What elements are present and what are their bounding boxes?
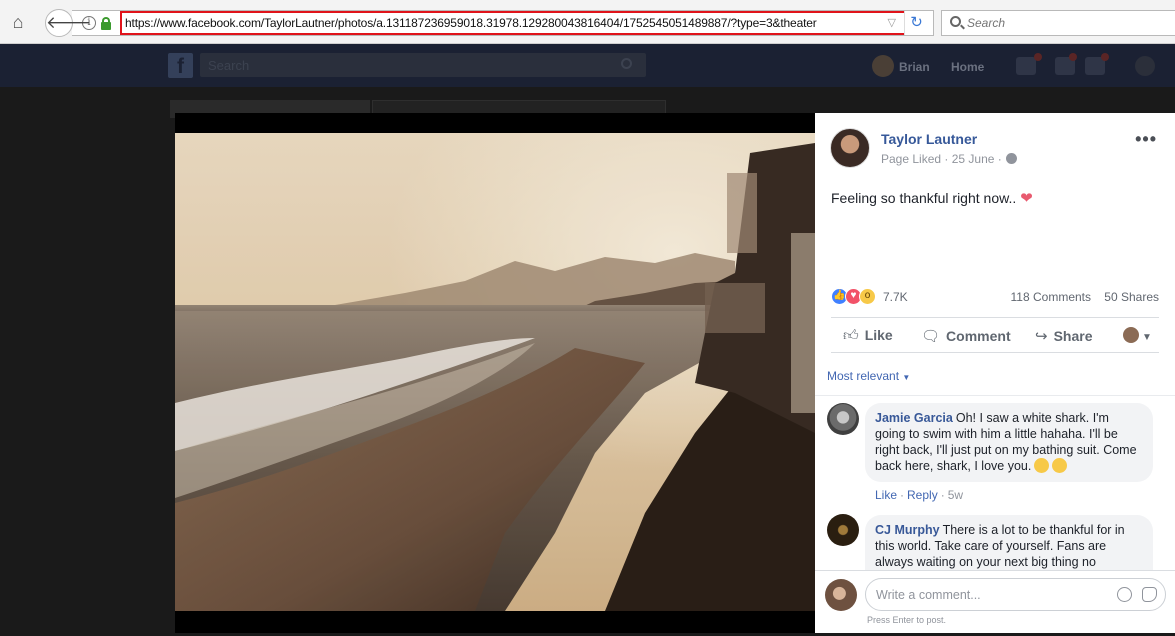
search-icon [950, 16, 961, 27]
facebook-search-box[interactable]: Search [200, 53, 646, 77]
messages-badge [1069, 53, 1077, 61]
facebook-logo-icon[interactable]: f [168, 53, 193, 78]
browser-search-input[interactable] [967, 14, 1167, 32]
post-text-content: Feeling so thankful right now.. [831, 190, 1017, 206]
notifications-badge [1101, 53, 1109, 61]
home-link[interactable]: Home [951, 60, 984, 74]
post-as-avatar [1123, 327, 1139, 343]
share-count-link[interactable]: 50 Shares [1104, 290, 1159, 304]
url-text[interactable]: https://www.facebook.com/TaylorLautner/p… [125, 16, 817, 30]
page-name-link[interactable]: Taylor Lautner [881, 131, 977, 147]
smile-emoji-icon [1034, 458, 1050, 473]
thumbs-up-icon: 👍︎ [843, 327, 859, 344]
comment-like-link[interactable]: Like [875, 488, 897, 502]
browser-toolbar: ⌂ i https://www.facebook.com/TaylorLautn… [0, 0, 1175, 44]
share-button[interactable]: ↪ Share [1035, 327, 1093, 345]
facebook-header: f Search Brian Home [0, 44, 1175, 87]
beach-photo[interactable] [175, 133, 815, 611]
post-meta-text: Page Liked · 25 June · [881, 152, 1002, 166]
comment-bubble-icon: 🗨︎ [921, 328, 941, 345]
commenter-avatar[interactable] [827, 514, 859, 546]
chevron-down-icon: ▼ [1142, 332, 1152, 343]
post-as-selector[interactable]: ▼ [1123, 327, 1152, 343]
share-arrow-icon: ↪ [1035, 328, 1048, 345]
comment-bubble: Jamie Garcia Oh! I saw a white shark. I'm… [865, 403, 1153, 482]
friend-requests-icon[interactable] [1016, 57, 1036, 75]
reaction-count[interactable]: 7.7K [883, 290, 908, 304]
share-label: Share [1053, 328, 1093, 344]
friend-requests-badge [1034, 53, 1042, 61]
dropdown-icon[interactable]: ▽ [888, 16, 896, 29]
globe-icon [1005, 153, 1017, 164]
smile-emoji-icon [1052, 458, 1068, 473]
more-options-icon[interactable]: ••• [1135, 129, 1157, 150]
chevron-down-icon: ▼ [902, 373, 911, 382]
facebook-search-icon[interactable] [621, 58, 632, 69]
separator: · [900, 488, 905, 502]
divider [815, 395, 1175, 396]
like-label: Like [864, 327, 893, 343]
user-name-link[interactable]: Brian [899, 60, 930, 74]
comment-label: Comment [946, 328, 1011, 344]
current-user-avatar [825, 579, 857, 611]
lock-icon[interactable] [101, 17, 111, 30]
comment-reply-link[interactable]: Reply [907, 488, 938, 502]
commenter-name-link[interactable]: Jamie Garcia [875, 411, 953, 425]
user-avatar[interactable] [872, 55, 894, 77]
commenter-name-link[interactable]: CJ Murphy [875, 523, 940, 537]
emoji-picker-icon[interactable] [1117, 587, 1132, 602]
home-icon[interactable]: ⌂ [8, 12, 28, 32]
browser-search-box[interactable] [941, 10, 1175, 36]
comment-timestamp[interactable]: 5w [948, 488, 963, 502]
url-highlight-box[interactable]: https://www.facebook.com/TaylorLautner/p… [120, 11, 906, 35]
post-meta: Page Liked · 25 June · [881, 152, 1017, 166]
post-text: Feeling so thankful right now.. ❤ [831, 189, 1033, 207]
comment-actions: Like · Reply · 5w [875, 488, 963, 502]
press-enter-hint: Press Enter to post. [867, 615, 947, 625]
comment-count-link[interactable]: 118 Comments [1011, 290, 1091, 304]
heart-icon: ❤ [1020, 190, 1033, 207]
like-button[interactable]: 👍︎ Like [843, 327, 893, 345]
photo-theater[interactable] [175, 113, 815, 633]
comment-button[interactable]: 🗨︎ Comment [921, 327, 1011, 345]
separator: · [940, 488, 945, 502]
comment-sort-label: Most relevant [827, 369, 900, 383]
quick-help-icon[interactable] [1135, 56, 1155, 76]
address-bar[interactable]: i https://www.facebook.com/TaylorLautner… [72, 10, 934, 36]
comment-bubble: CJ Murphy There is a lot to be thankful f… [865, 515, 1153, 575]
comment-sort-dropdown[interactable]: Most relevant ▼ [827, 369, 910, 383]
post-actions-bar: 👍︎ Like 🗨︎ Comment ↪ Share ▼ [831, 317, 1159, 353]
comment-composer: Press Enter to post. [815, 570, 1175, 633]
page-avatar[interactable] [830, 128, 870, 168]
wow-reaction-icon: o [859, 288, 876, 305]
back-arrow-icon[interactable]: 🡐 [45, 9, 92, 37]
reload-icon[interactable]: ↻ [904, 11, 928, 35]
facebook-search-placeholder: Search [208, 58, 250, 73]
post-side-panel: Taylor Lautner Page Liked · 25 June · ••… [815, 113, 1175, 633]
commenter-avatar[interactable] [827, 403, 859, 435]
